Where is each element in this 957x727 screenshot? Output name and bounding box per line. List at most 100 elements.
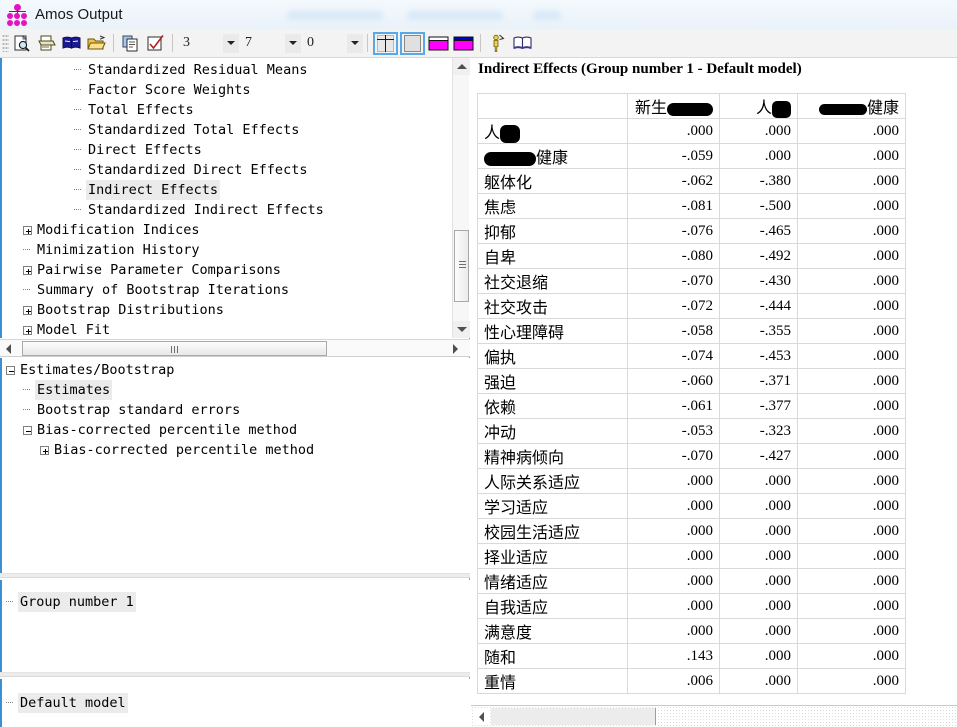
cell-value: .000	[797, 443, 906, 470]
tree-node-label: Total Effects	[88, 102, 194, 118]
group-list-pane[interactable]: Group number 1	[0, 580, 470, 672]
table-row: 社交退缩 -.070 -.430.000	[477, 268, 906, 295]
pane-splitter-1[interactable]	[0, 573, 470, 578]
cell-value: .000	[797, 668, 906, 695]
open-folder-icon[interactable]	[85, 32, 108, 55]
horizontal-scrollbar-thumb[interactable]	[22, 341, 327, 356]
table-row: 人 .000.000.000	[477, 118, 906, 145]
copy-icon[interactable]	[119, 32, 142, 55]
model-list-pane[interactable]: Default model	[0, 679, 470, 727]
scroll-left-arrow[interactable]	[0, 340, 17, 357]
tree-node-label: Estimates	[35, 380, 113, 400]
significant-digits-value: 7	[245, 35, 252, 50]
table-row: 依赖 -.061 -.377.000	[477, 393, 906, 420]
scroll-right-arrow[interactable]	[447, 340, 464, 357]
toolbar-grip[interactable]	[2, 34, 9, 52]
tree-node-item[interactable]: Direct Effects	[2, 140, 470, 160]
tree-node-item[interactable]: Standardized Indirect Effects	[2, 200, 470, 220]
tree-node-item[interactable]: Bootstrap standard errors	[2, 400, 470, 420]
tree-node-item[interactable]: Standardized Direct Effects	[2, 160, 470, 180]
expand-toggle-icon[interactable]	[23, 225, 32, 235]
scroll-up-arrow[interactable]	[453, 58, 470, 75]
output-scroll-left-arrow[interactable]	[473, 708, 490, 725]
tree-node-item[interactable]: Indirect Effects	[2, 180, 470, 200]
tree-horizontal-scrollbar[interactable]	[0, 339, 470, 357]
output-scrollbar-thumb[interactable]	[491, 708, 656, 725]
output-horizontal-scrollbar[interactable]	[471, 705, 957, 727]
tree-node-item[interactable]: Model Fit	[2, 320, 470, 338]
tree-node-item[interactable]: Minimization History	[2, 240, 470, 260]
tree-node-label: Standardized Direct Effects	[88, 162, 308, 178]
decimal-places-dropdown-icon[interactable]	[223, 33, 239, 53]
check-options-icon[interactable]	[144, 32, 167, 55]
tree-node-item[interactable]: Standardized Residual Means	[2, 60, 470, 80]
show-plain-view-toggle[interactable]	[400, 31, 425, 55]
row-label: 强迫	[477, 368, 628, 395]
output-tree-top[interactable]: Standardized Residual Means Factor Score …	[0, 58, 470, 338]
column-header-3: 健康	[797, 92, 906, 120]
tree-vertical-scrollbar[interactable]	[452, 58, 470, 338]
tree-node-item[interactable]: Summary of Bootstrap Iterations	[2, 280, 470, 300]
row-label: 人际关系适应	[477, 468, 628, 495]
tree-node-item[interactable]: Pairwise Parameter Comparisons	[2, 260, 470, 280]
scroll-down-arrow[interactable]	[453, 321, 470, 338]
tree-node-item[interactable]: Modification Indices	[2, 220, 470, 240]
show-table-gridlines-toggle[interactable]	[373, 31, 398, 55]
group-node-label: Group number 1	[18, 592, 136, 612]
tree-branch-line	[6, 592, 18, 612]
pane-splitter-2[interactable]	[0, 672, 470, 677]
model-node-item[interactable]: Default model	[2, 693, 470, 713]
row-label: 学习适应	[477, 493, 628, 520]
expand-toggle-icon[interactable]	[23, 325, 32, 335]
expand-toggle-icon[interactable]	[23, 305, 32, 315]
tree-node-item[interactable]: Estimates/Bootstrap	[2, 360, 470, 380]
cell-value: .000	[719, 543, 798, 570]
cell-value: .000	[797, 268, 906, 295]
tree-node-item[interactable]: Factor Score Weights	[2, 80, 470, 100]
book-icon[interactable]	[511, 32, 534, 55]
highlight-magenta-button[interactable]	[427, 32, 450, 55]
table-row: 性心理障碍 -.058 -.355.000	[477, 318, 906, 345]
cell-value: -.076	[627, 218, 720, 245]
print-icon[interactable]	[35, 32, 58, 55]
row-label: 健康	[477, 143, 628, 170]
cell-value: -.355	[719, 318, 798, 345]
open-book-icon[interactable]	[60, 32, 83, 55]
tree-node-label: Direct Effects	[88, 142, 202, 158]
vertical-scrollbar-thumb[interactable]	[454, 230, 469, 302]
row-label: 焦虑	[477, 193, 628, 220]
table-row: 健康 -.059.000.000	[477, 143, 906, 170]
expand-toggle-icon[interactable]	[40, 445, 49, 455]
cell-value: -.080	[627, 243, 720, 270]
group-node-item[interactable]: Group number 1	[2, 592, 470, 612]
cell-value: .000	[719, 593, 798, 620]
scale-factor-dropdown-icon[interactable]	[347, 33, 363, 53]
tree-node-item[interactable]: Bootstrap Distributions	[2, 300, 470, 320]
estimates-bootstrap-tree[interactable]: Estimates/Bootstrap Estimates Bootstrap st…	[0, 358, 470, 573]
row-label: 人	[477, 118, 628, 145]
significant-digits-dropdown-icon[interactable]	[285, 33, 301, 53]
tree-node-item[interactable]: Bias-corrected percentile method	[2, 420, 470, 440]
highlight-blue-button[interactable]	[452, 32, 475, 55]
scale-factor-field[interactable]: 0	[301, 32, 363, 54]
column-header-1: 新生	[627, 92, 720, 120]
collapse-toggle-icon[interactable]	[6, 365, 15, 375]
person-pointer-icon[interactable]	[486, 32, 509, 55]
collapse-toggle-icon[interactable]	[23, 425, 32, 435]
tree-branch-line	[74, 180, 86, 200]
decimal-places-field[interactable]: 3	[177, 32, 239, 54]
significant-digits-field[interactable]: 7	[239, 32, 301, 54]
tree-node-item[interactable]: Bias-corrected percentile method	[2, 440, 470, 460]
tree-node-item[interactable]: Estimates	[2, 380, 470, 400]
toolbar-separator	[113, 34, 114, 52]
expand-toggle-icon[interactable]	[23, 265, 32, 275]
tree-node-item[interactable]: Standardized Total Effects	[2, 120, 470, 140]
cell-value: .000	[719, 618, 798, 645]
cell-value: -.371	[719, 368, 798, 395]
table-row: 焦虑 -.081 -.500.000	[477, 193, 906, 220]
tree-node-item[interactable]: Total Effects	[2, 100, 470, 120]
print-preview-icon[interactable]	[10, 32, 33, 55]
table-corner-cell	[477, 92, 628, 120]
